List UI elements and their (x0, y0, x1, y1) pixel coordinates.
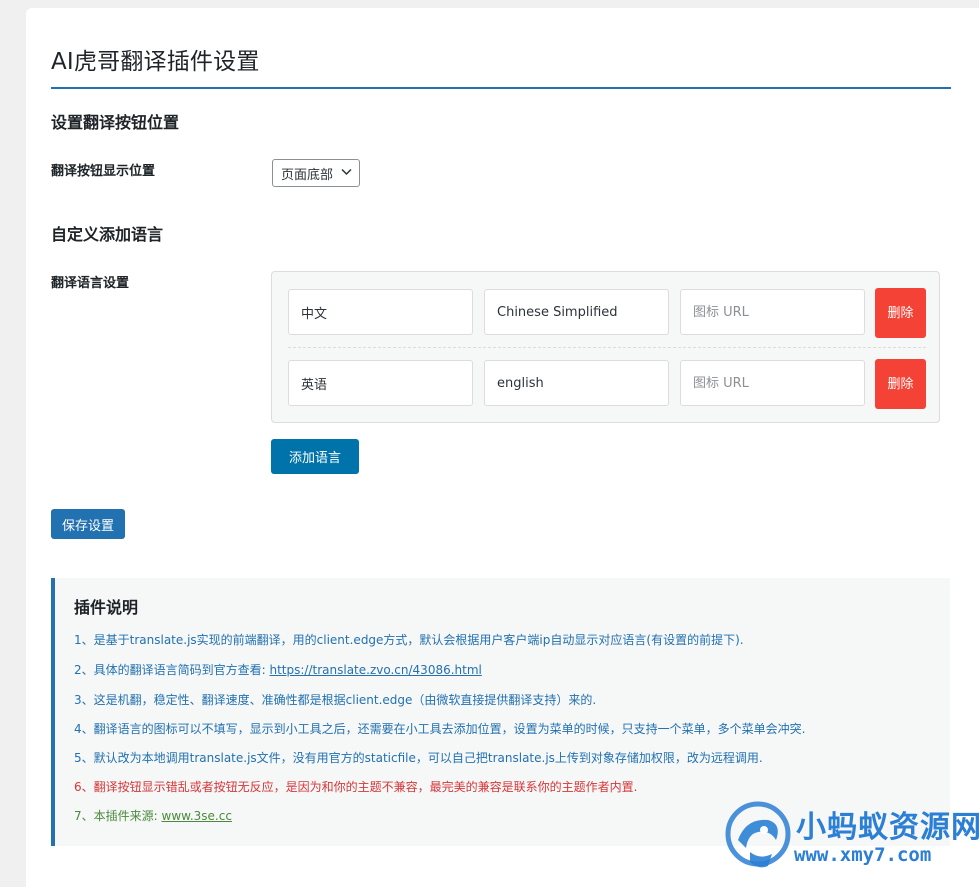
watermark-site-name: 小蚂蚁资源网 (796, 810, 979, 845)
note-item-warning: 6、翻译按钮显示错乱或者按钮无反应，是因为和你的主题不兼容，最完美的兼容是联系你… (74, 780, 638, 794)
note-item: 4、翻译语言的图标可以不填写，显示到小工具之后，还需要在小工具去添加位置，设置为… (74, 722, 806, 736)
language-row: 删除 (288, 288, 926, 338)
site-watermark: 小蚂蚁资源网 www.xmy7.com (722, 800, 979, 878)
title-divider (51, 87, 951, 89)
row-divider (288, 347, 926, 348)
language-list: 删除 删除 (271, 271, 940, 423)
translate-docs-link[interactable]: https://translate.zvo.cn/43086.html (270, 663, 482, 677)
note-item-source: 7、本插件来源: www.3se.cc (74, 809, 232, 823)
note-item: 1、是基于translate.js实现的前端翻译，用的client.edge方式… (74, 633, 744, 647)
language-section-heading: 自定义添加语言 (51, 225, 164, 244)
language-code-input[interactable] (484, 289, 669, 335)
watermark-site-url: www.xmy7.com (794, 844, 932, 866)
notes-title: 插件说明 (74, 598, 139, 617)
language-settings-label: 翻译语言设置 (51, 276, 130, 291)
button-position-label: 翻译按钮显示位置 (51, 164, 156, 179)
language-icon-url-input[interactable] (680, 289, 865, 335)
language-code-input[interactable] (484, 360, 669, 406)
plugin-source-link[interactable]: www.3se.cc (162, 809, 232, 823)
delete-language-button[interactable]: 删除 (875, 359, 926, 409)
delete-language-button[interactable]: 删除 (875, 288, 926, 338)
note-item: 2、具体的翻译语言简码到官方查看: https://translate.zvo.… (74, 663, 482, 677)
position-section-heading: 设置翻译按钮位置 (51, 113, 180, 132)
language-name-input[interactable] (288, 289, 473, 335)
ant-logo-icon (725, 801, 791, 868)
save-settings-button[interactable]: 保存设置 (51, 509, 125, 539)
language-icon-url-input[interactable] (680, 360, 865, 406)
add-language-button[interactable]: 添加语言 (271, 439, 359, 474)
page-title: AI虎哥翻译插件设置 (51, 49, 260, 75)
button-position-select-value: 页面底部 (281, 167, 334, 183)
language-row: 删除 (288, 359, 926, 409)
language-name-input[interactable] (288, 360, 473, 406)
chevron-down-icon (341, 168, 352, 176)
button-position-select[interactable]: 页面底部 (272, 159, 360, 187)
note-item: 3、这是机翻，稳定性、翻译速度、准确性都是根据client.edge（由微软直接… (74, 693, 597, 707)
note-item: 5、默认改为本地调用translate.js文件，没有用官方的staticfil… (74, 751, 763, 765)
